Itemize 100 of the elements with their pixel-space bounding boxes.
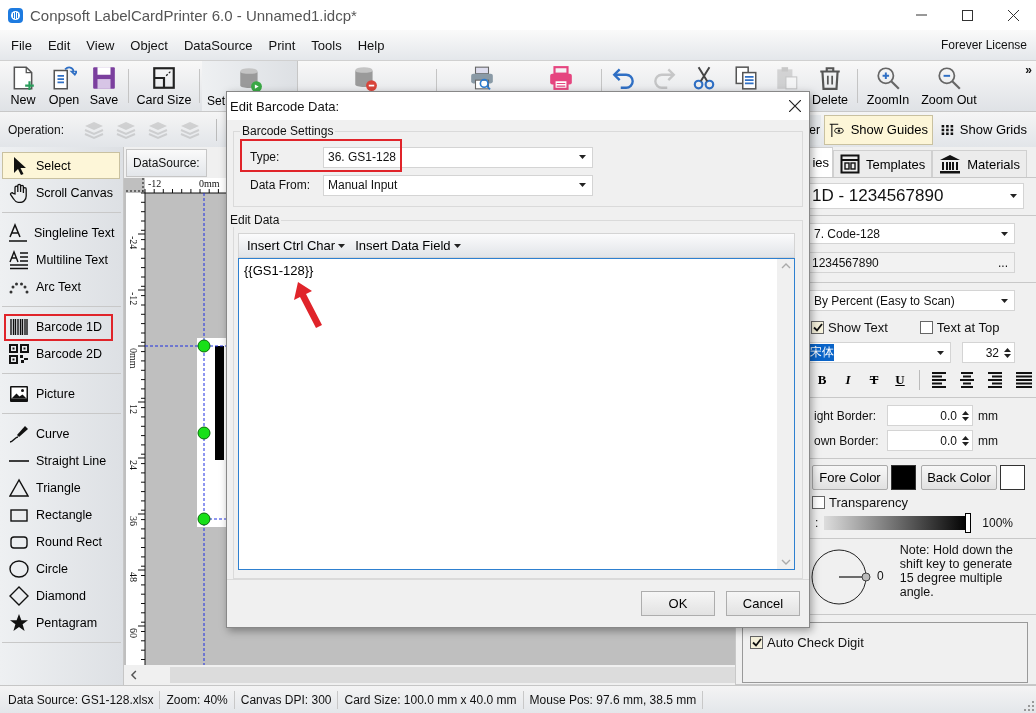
selection-handle[interactable] [197, 512, 211, 526]
tool-button[interactable]: Round Rect [2, 528, 120, 555]
spin-arrows-icon [962, 434, 969, 447]
barcode-type-dropdown[interactable]: 36. GS1-128 [323, 146, 593, 168]
rotation-dial[interactable] [809, 546, 871, 608]
tab[interactable]: Templates [833, 150, 933, 177]
align-right-icon[interactable] [988, 372, 1004, 388]
data-source-dropdown[interactable]: Manual Input [323, 174, 593, 196]
text-area[interactable]: {{GS1-128}} [238, 258, 795, 570]
format-button[interactable]: U [887, 372, 913, 388]
browse-button[interactable]: ... [998, 255, 1008, 270]
spin-arrows-icon [1004, 346, 1011, 359]
tool-button[interactable]: Diamond [2, 582, 120, 609]
font-size-spinner[interactable]: 32 [962, 342, 1015, 363]
tool-button[interactable]: Arc Text [2, 273, 120, 300]
unit-label: mm [978, 433, 998, 448]
ruler-label: -24 [128, 236, 138, 250]
menu-item[interactable]: Help [349, 37, 393, 53]
checkbox[interactable]: Text at Top [919, 319, 1000, 335]
number-spinner[interactable]: 0.0 [887, 430, 973, 451]
dialog-button[interactable]: OK [641, 591, 715, 616]
print-preview-icon[interactable] [469, 65, 495, 91]
copy-icon[interactable] [733, 65, 759, 91]
scroll-down-icon [780, 559, 791, 565]
toolbar-button[interactable]: New [2, 61, 44, 111]
close-icon[interactable] [789, 100, 801, 112]
menu-button[interactable]: Insert Data Field [350, 238, 466, 253]
tool-button[interactable]: Straight Line [2, 447, 120, 474]
toolbar-button[interactable]: Delete [806, 61, 854, 111]
overflow-button[interactable]: » [1025, 63, 1032, 77]
toolbar-button[interactable]: ZoomIn [860, 61, 916, 111]
toolbar-button[interactable]: Zoom Out [916, 61, 982, 111]
tab[interactable]: Materials [932, 150, 1027, 177]
scrollbar[interactable] [777, 259, 794, 569]
align-left-icon[interactable] [932, 372, 948, 388]
tool-button[interactable]: Multiline Text [2, 246, 120, 273]
color-button[interactable]: Fore Color [812, 465, 888, 490]
toggle-button[interactable]: Show Grids [936, 114, 1032, 145]
menu-button[interactable]: Insert Ctrl Char [242, 238, 351, 253]
caret-icon [937, 350, 944, 355]
font-dropdown[interactable]: 宋体 [809, 342, 951, 363]
dialog-button[interactable]: Cancel [726, 591, 800, 616]
justify-icon[interactable] [1016, 372, 1032, 388]
tool-button[interactable]: Pentagram [2, 609, 120, 636]
status-text: Data Source: GS1-128.xlsx [2, 690, 161, 709]
menu-item[interactable]: DataSource [175, 37, 261, 53]
color-button[interactable]: Back Color [921, 465, 997, 490]
maximize-icon[interactable] [961, 9, 973, 21]
tool-button[interactable]: Singleline Text [2, 219, 120, 246]
field-label: Type: [250, 150, 281, 164]
scissors-icon[interactable] [691, 65, 717, 91]
toolbar-button[interactable]: Open [44, 61, 84, 111]
tool-button[interactable]: Triangle [2, 474, 120, 501]
menu-item[interactable]: Object [122, 37, 176, 53]
caret-icon [453, 243, 461, 248]
toolbar-button[interactable]: Card Size [132, 61, 196, 111]
annotation-arrow [294, 282, 324, 328]
menu-item[interactable]: File [3, 37, 40, 53]
tool-button[interactable]: Rectangle [2, 501, 120, 528]
toggle-button[interactable]: Show Guides [824, 114, 933, 145]
checkbox[interactable]: Auto Check Digit [750, 635, 864, 650]
spin-arrows-icon [962, 409, 969, 422]
status-text: Mouse Pos: 97.6 mm, 38.5 mm [523, 690, 704, 709]
align-center-icon[interactable] [960, 372, 976, 388]
status-text: Card Size: 100.0 mm x 40.0 mm [338, 690, 524, 709]
color-swatch[interactable] [1000, 465, 1025, 490]
checkbox[interactable]: Transparency [812, 495, 908, 510]
tool-button[interactable]: Scroll Canvas [2, 179, 120, 206]
tool-button[interactable]: Select [2, 152, 120, 179]
number-spinner[interactable]: 0.0 [887, 405, 973, 426]
tool-button[interactable]: Barcode 2D [2, 340, 120, 367]
ruler-label: 0mm [128, 348, 138, 369]
close-icon[interactable] [1007, 9, 1019, 21]
ruler-label: 24 [128, 460, 138, 470]
format-button[interactable]: I [835, 372, 861, 388]
tool-button[interactable]: Circle [2, 555, 120, 582]
checkbox[interactable]: Show Text [811, 319, 888, 335]
tool-button[interactable]: Picture [2, 380, 120, 407]
toolbar-button[interactable]: Save [84, 61, 124, 111]
tool-button[interactable]: Curve [2, 420, 120, 447]
menu-item[interactable]: Tools [303, 37, 350, 53]
checkmark-icon [751, 638, 762, 647]
format-button[interactable]: B [809, 372, 835, 388]
multiline-text-icon [9, 249, 29, 270]
barcode-type-dropdown[interactable]: 7. Code-128 [809, 223, 1015, 244]
tool-button[interactable]: Barcode 1D [2, 313, 120, 340]
size-mode-dropdown[interactable]: By Percent (Easy to Scan) [809, 290, 1015, 311]
database-icon[interactable] [352, 65, 378, 91]
menu-item[interactable]: Edit [39, 37, 79, 53]
printer-icon[interactable] [548, 65, 574, 91]
scroll-up-icon [780, 263, 791, 269]
data-field[interactable]: 1234567890 [812, 255, 879, 270]
color-swatch[interactable] [891, 465, 916, 490]
selection-handle[interactable] [197, 339, 211, 353]
menu-item[interactable]: Print [260, 37, 304, 53]
selection-handle[interactable] [197, 426, 211, 440]
format-button[interactable]: T [861, 372, 887, 388]
object-dropdown[interactable]: 1D - 1234567890 [809, 183, 1024, 209]
opacity-slider[interactable] [824, 516, 969, 530]
menu-item[interactable]: View [78, 37, 123, 53]
